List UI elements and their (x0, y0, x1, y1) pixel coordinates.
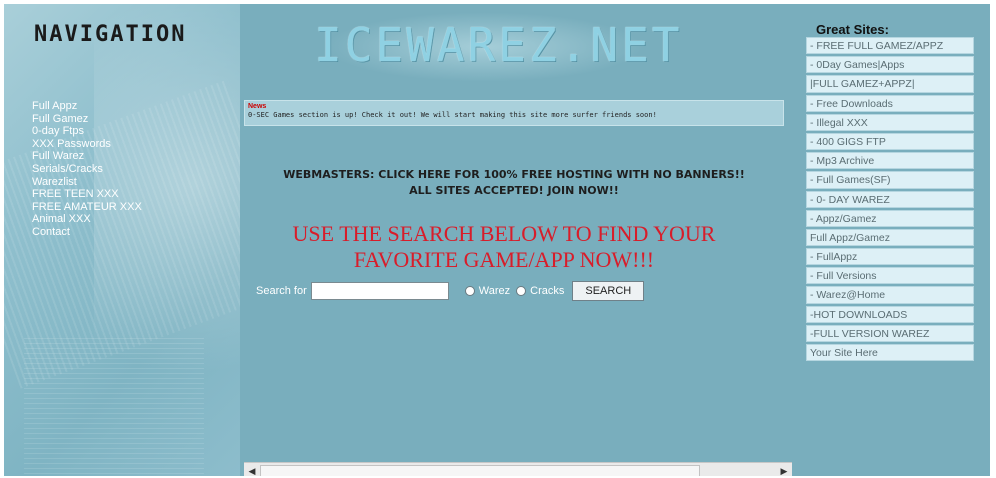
great-sites-list: - FREE FULL GAMEZ/APPZ - 0Day Games|Apps… (806, 37, 974, 363)
site-link[interactable]: - Full Games(SF) (806, 171, 974, 189)
search-headline: USE THE SEARCH BELOW TO FIND YOUR FAVORI… (244, 221, 764, 273)
site-link[interactable]: - 0- DAY WAREZ (806, 190, 974, 208)
horizontal-scrollbar[interactable]: ◀ ▶ (244, 462, 792, 476)
decorative-lines (24, 334, 204, 474)
site-link[interactable]: - Appz/Gamez (806, 209, 974, 227)
nav-link-warezlist[interactable]: Warezlist (32, 176, 77, 188)
radio-warez-label[interactable]: Warez (479, 285, 510, 297)
site-link[interactable]: Your Site Here (806, 344, 974, 362)
nav-link-0day-ftps[interactable]: 0-day Ftps (32, 125, 84, 137)
page: NAVIGATION Full Appz Full Gamez 0-day Ft… (4, 4, 990, 476)
site-link[interactable]: - Illegal XXX (806, 113, 974, 131)
search-form: Search for Warez Cracks SEARCH (256, 280, 645, 302)
radio-warez[interactable]: Warez (464, 285, 510, 297)
nav-link-full-warez[interactable]: Full Warez (32, 150, 84, 162)
headline-line-1: USE THE SEARCH BELOW TO FIND YOUR (292, 221, 716, 246)
scroll-left-arrow-icon[interactable]: ◀ (246, 465, 258, 476)
navigation-panel: NAVIGATION Full Appz Full Gamez 0-day Ft… (4, 4, 240, 476)
scrollbar-thumb[interactable] (260, 465, 700, 476)
site-link[interactable]: -FULL VERSION WAREZ (806, 324, 974, 342)
site-link[interactable]: - 0Day Games|Apps (806, 56, 974, 74)
great-sites-title: Great Sites: (816, 22, 889, 37)
radio-cracks[interactable]: Cracks (516, 285, 564, 297)
scroll-right-arrow-icon[interactable]: ▶ (778, 465, 790, 476)
search-input[interactable] (310, 282, 449, 300)
nav-link-serials-cracks[interactable]: Serials/Cracks (32, 163, 103, 175)
nav-link-free-amateur[interactable]: FREE AMATEUR XXX (32, 201, 142, 213)
radio-warez-circle[interactable] (464, 286, 475, 296)
site-link[interactable]: - Free Downloads (806, 94, 974, 112)
nav-link-animal[interactable]: Animal XXX (32, 213, 91, 225)
site-link[interactable]: - Mp3 Archive (806, 152, 974, 170)
webmasters-line-2[interactable]: ALL SITES ACCEPTED! JOIN NOW!! (244, 183, 784, 199)
search-label: Search for (256, 285, 307, 297)
site-link[interactable]: - FREE FULL GAMEZ/APPZ (806, 37, 974, 55)
site-link[interactable]: - FullAppz (806, 248, 974, 266)
radio-cracks-label[interactable]: Cracks (530, 285, 564, 297)
radio-cracks-circle[interactable] (516, 286, 527, 296)
navigation-links: Full Appz Full Gamez 0-day Ftps XXX Pass… (32, 100, 142, 239)
nav-link-full-gamez[interactable]: Full Gamez (32, 113, 88, 125)
news-label: News (248, 103, 267, 110)
site-link[interactable]: Full Appz/Gamez (806, 228, 974, 247)
site-link[interactable]: - 400 GIGS FTP (806, 132, 974, 151)
site-link[interactable]: |FULL GAMEZ+APPZ| (806, 75, 974, 93)
webmasters-hosting-link[interactable]: WEBMASTERS: CLICK HERE FOR 100% FREE HOS… (244, 167, 784, 199)
site-link[interactable]: - Warez@Home (806, 286, 974, 304)
navigation-title: NAVIGATION (34, 22, 187, 47)
site-logo: ICEWAREZ.NET (314, 18, 683, 72)
site-link[interactable]: -HOT DOWNLOADS (806, 305, 974, 323)
nav-link-contact[interactable]: Contact (32, 226, 70, 238)
webmasters-line-1[interactable]: WEBMASTERS: CLICK HERE FOR 100% FREE HOS… (244, 167, 784, 183)
news-box: News 0-SEC Games section is up! Check it… (244, 100, 784, 126)
news-text: 0-SEC Games section is up! Check it out!… (248, 111, 657, 119)
site-link[interactable]: - Full Versions (806, 267, 974, 285)
nav-link-full-appz[interactable]: Full Appz (32, 100, 77, 112)
headline-line-2: FAVORITE GAME/APP NOW!!! (353, 247, 655, 272)
search-button[interactable]: SEARCH (572, 281, 645, 301)
nav-link-free-teen[interactable]: FREE TEEN XXX (32, 188, 119, 200)
nav-link-xxx-passwords[interactable]: XXX Passwords (32, 138, 111, 150)
